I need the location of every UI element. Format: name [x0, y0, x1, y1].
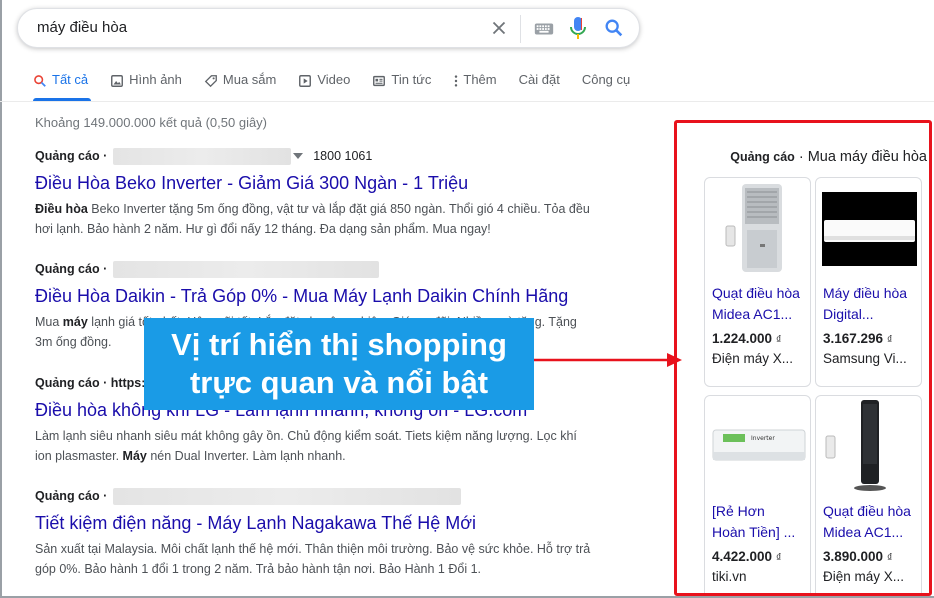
price-value: 3.167.296 — [823, 331, 884, 346]
search-tabs: Tất cả Hình ảnh Mua sắm Video Tin tức Th… — [33, 72, 652, 102]
shopping-ads-panel: Quảng cáo · Mua máy điều hòa Quạt điều h… — [674, 120, 932, 596]
product-card[interactable]: Quạt điều hòa Midea AC1... 1.224.000 ₫ Đ… — [704, 177, 811, 387]
search-icon — [34, 75, 46, 87]
image-icon — [111, 75, 124, 87]
currency: ₫ — [775, 334, 782, 346]
microphone-icon[interactable] — [569, 16, 587, 40]
callout-box: Vị trí hiển thị shopping trực quan và nổ… — [144, 318, 534, 410]
result-stats: Khoảng 149.000.000 kết quả (0,50 giây) — [35, 115, 268, 130]
product-title[interactable]: Digital... — [816, 304, 921, 325]
product-title[interactable]: Quạt điều hòa — [705, 276, 810, 304]
ad-desc-text: Beko Inverter tặng 5m ống đồng, vật tư v… — [35, 202, 590, 236]
ad-label: Quảng cáo · — [35, 149, 108, 163]
shopping-heading-text: · Mua máy điều hòa — [794, 149, 927, 165]
product-title[interactable]: Midea AC1... — [705, 304, 810, 325]
ad-desc-bold: Máy — [122, 449, 147, 463]
tab-label: Tin tức — [391, 72, 432, 87]
product-price: 3.890.000 ₫ — [816, 543, 921, 564]
currency: ₫ — [886, 552, 893, 564]
product-card[interactable]: Quạt điều hòa Midea AC1... 3.890.000 ₫ Đ… — [815, 395, 922, 593]
tab-settings[interactable]: Cài đặt — [519, 72, 560, 102]
product-store: Samsung Vi... — [823, 351, 907, 366]
price-value: 4.422.000 — [712, 549, 773, 564]
ad-description: Điều hòa Beko Inverter tặng 5m ống đồng,… — [35, 199, 595, 239]
dropdown-caret-icon[interactable] — [293, 153, 304, 159]
ad-phone[interactable]: 1800 1061 — [313, 149, 372, 163]
ad-desc-text: nén Dual Inverter. Làm lạnh nhanh. — [146, 449, 346, 463]
ad-result: Quảng cáo · 1800 1061 Điều Hòa Beko Inve… — [35, 147, 595, 239]
product-card[interactable]: Inverter [Rẻ Hơn Hoàn Tiền] ... 4.422.00… — [704, 395, 811, 593]
tabs-divider — [0, 101, 934, 102]
currency: ₫ — [886, 334, 893, 346]
product-price: 4.422.000 ₫ — [705, 543, 810, 564]
tab-label: Video — [317, 72, 351, 87]
tab-label: Thêm — [463, 72, 497, 87]
ad-description: Làm lạnh siêu nhanh siêu mát không gây ồ… — [35, 426, 595, 466]
search-box[interactable]: máy điều hòa — [17, 8, 640, 48]
product-title[interactable]: Hoàn Tiền] ... — [705, 522, 810, 543]
search-separator — [520, 15, 521, 43]
product-title[interactable]: [Rẻ Hơn — [705, 494, 810, 522]
product-title[interactable]: Quạt điều hòa — [816, 494, 921, 522]
currency: ₫ — [775, 552, 782, 564]
ad-title-link[interactable]: Điều Hòa Daikin - Trả Góp 0% - Mua Máy L… — [35, 285, 595, 307]
clear-icon[interactable] — [488, 17, 510, 39]
ad-desc-text: Mua — [35, 315, 63, 329]
tab-news[interactable]: Tin tức — [372, 72, 431, 102]
tab-label: Cài đặt — [518, 72, 560, 87]
tab-images[interactable]: Hình ảnh — [110, 72, 182, 102]
ad-label: Quảng cáo · — [35, 262, 108, 276]
ad-label: Quảng cáo · — [35, 489, 108, 503]
blurred-url — [113, 147, 292, 165]
tab-label: Công cụ — [581, 72, 631, 87]
keyboard-icon[interactable] — [533, 18, 555, 40]
ad-desc-bold: Điều hòa — [35, 202, 88, 216]
search-icon[interactable] — [603, 17, 625, 39]
callout-line: trực quan và nổi bật — [189, 365, 489, 400]
blurred-url — [113, 260, 380, 278]
product-store: Điện máy X... — [823, 569, 905, 584]
product-image[interactable] — [816, 178, 921, 276]
news-icon — [373, 75, 386, 87]
ad-title-link[interactable]: Tiết kiệm điện năng - Máy Lạnh Nagakawa … — [35, 512, 595, 534]
tab-more[interactable]: Thêm — [453, 72, 497, 102]
blurred-url — [113, 487, 462, 505]
product-card[interactable]: Máy điều hòa Digital... 3.167.296 ₫ Sams… — [815, 177, 922, 387]
ad-label: Quảng cáo · https: — [35, 376, 146, 390]
product-image[interactable]: Inverter — [705, 396, 810, 494]
product-title[interactable]: Máy điều hòa — [816, 276, 921, 304]
product-image[interactable] — [705, 178, 810, 276]
more-icon — [455, 75, 458, 87]
product-store: Điện máy X... — [712, 351, 794, 366]
tab-shopping[interactable]: Mua sắm — [204, 72, 276, 102]
price-value: 1.224.000 — [712, 331, 773, 346]
svg-text:Inverter: Inverter — [751, 435, 775, 442]
tab-label: Tất cả — [52, 72, 89, 87]
product-title[interactable]: Midea AC1... — [816, 522, 921, 543]
tab-tools[interactable]: Công cụ — [582, 72, 630, 102]
ad-description: Sản xuất tại Malaysia. Môi chất lạnh thế… — [35, 542, 591, 576]
ad-desc-bold: máy — [62, 315, 88, 329]
callout-line: Vị trí hiển thị shopping — [171, 327, 507, 362]
tab-label: Hình ảnh — [129, 72, 182, 87]
product-store: tiki.vn — [712, 569, 747, 584]
price-value: 3.890.000 — [823, 549, 884, 564]
tag-icon — [204, 75, 217, 88]
search-input[interactable]: máy điều hòa — [37, 19, 127, 36]
play-icon — [299, 75, 312, 87]
product-price: 3.167.296 ₫ — [816, 325, 921, 346]
ad-label: Quảng cáo — [730, 150, 795, 164]
product-image[interactable] — [816, 396, 921, 494]
ad-title-link[interactable]: Điều Hòa Beko Inverter - Giảm Giá 300 Ng… — [35, 172, 595, 194]
ad-result: Quảng cáo · Tiết kiệm điện năng - Máy Lạ… — [35, 487, 595, 579]
tab-video[interactable]: Video — [298, 72, 350, 102]
product-price: 1.224.000 ₫ — [705, 325, 810, 346]
tab-label: Mua sắm — [222, 72, 277, 87]
shopping-heading: Quảng cáo · Mua máy điều hòa — [730, 149, 927, 165]
arrow-icon — [534, 353, 682, 367]
